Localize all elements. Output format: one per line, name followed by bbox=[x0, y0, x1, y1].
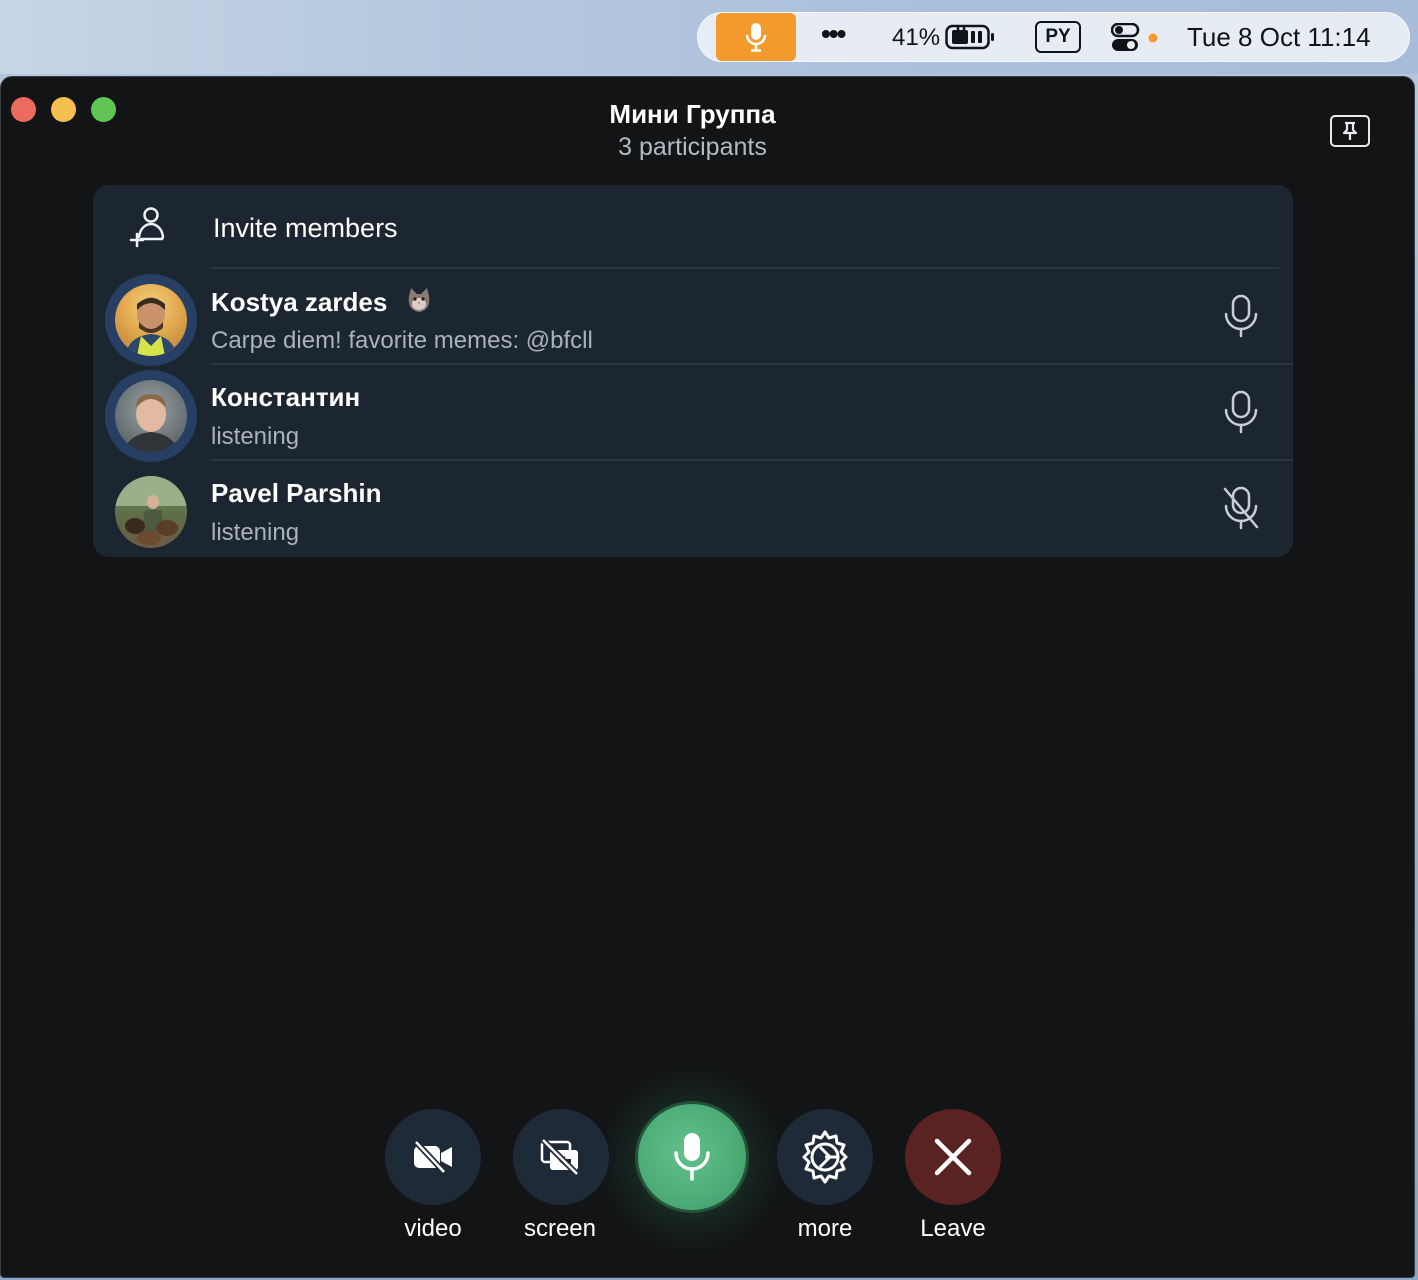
microphone-icon[interactable] bbox=[1221, 389, 1261, 435]
group-call-window: Мини Группа 3 participants Invite member… bbox=[0, 76, 1415, 1278]
battery-percentage: 41% bbox=[892, 24, 941, 51]
pin-icon bbox=[1342, 121, 1358, 140]
leave-call-button[interactable] bbox=[905, 1109, 1001, 1205]
more-label: more bbox=[797, 1215, 853, 1242]
microphone-toggle-button[interactable] bbox=[638, 1104, 746, 1210]
microphone-icon bbox=[745, 23, 767, 52]
microphone-icon[interactable] bbox=[1221, 293, 1261, 339]
cat-emoji-icon bbox=[408, 288, 429, 312]
close-icon bbox=[934, 1138, 972, 1176]
participant-row[interactable]: Константин listening bbox=[93, 365, 1293, 462]
video-toggle-button[interactable] bbox=[385, 1109, 481, 1205]
microphone-in-use-indicator[interactable] bbox=[716, 13, 796, 61]
video-label: video bbox=[404, 1215, 462, 1242]
microphone-muted-icon[interactable] bbox=[1221, 485, 1261, 531]
participants-count: 3 participants bbox=[618, 133, 767, 161]
screen-share-button[interactable] bbox=[513, 1109, 609, 1205]
call-title: Мини Группа bbox=[609, 99, 776, 129]
invite-members-row[interactable]: Invite members bbox=[93, 185, 1293, 271]
avatar bbox=[105, 370, 197, 462]
menu-bar: ••• 41% PY Tue 8 Oct 11:14 bbox=[0, 0, 1418, 74]
participant-row[interactable]: Pavel Parshin listening bbox=[93, 461, 1293, 555]
video-off-icon bbox=[413, 1141, 452, 1173]
screen-share-off-icon bbox=[540, 1138, 580, 1176]
leave-label: Leave bbox=[920, 1215, 986, 1242]
participants-list: Invite members Kostya zardes Carpe diem!… bbox=[93, 185, 1293, 557]
participant-status: listening bbox=[211, 423, 300, 450]
participant-name: Kostya zardes bbox=[211, 286, 433, 318]
input-source-icon[interactable]: PY bbox=[1035, 21, 1081, 53]
invite-members-label: Invite members bbox=[213, 213, 398, 243]
screen-label: screen bbox=[523, 1215, 597, 1242]
microphone-icon bbox=[674, 1133, 710, 1181]
menu-bar-clock[interactable]: Tue 8 Oct 11:14 bbox=[1187, 22, 1371, 53]
participant-status: Carpe diem! favorite memes: @bfcll bbox=[211, 327, 593, 354]
more-dots-icon[interactable]: ••• bbox=[821, 20, 846, 48]
avatar bbox=[105, 466, 197, 557]
add-user-icon bbox=[129, 207, 165, 248]
more-button[interactable] bbox=[777, 1109, 873, 1205]
avatar bbox=[105, 274, 197, 366]
battery-charging-icon[interactable] bbox=[945, 23, 995, 51]
participant-row[interactable]: Kostya zardes Carpe diem! favorite memes… bbox=[93, 269, 1293, 366]
control-center-icon[interactable] bbox=[1111, 23, 1161, 53]
menu-bar-status-area: ••• 41% PY Tue 8 Oct 11:14 bbox=[697, 12, 1410, 62]
pin-window-button[interactable] bbox=[1330, 115, 1370, 147]
participant-status: listening bbox=[211, 519, 300, 546]
participant-name: Константин bbox=[211, 382, 361, 412]
participant-name: Pavel Parshin bbox=[211, 478, 382, 508]
settings-gear-icon bbox=[802, 1130, 848, 1184]
